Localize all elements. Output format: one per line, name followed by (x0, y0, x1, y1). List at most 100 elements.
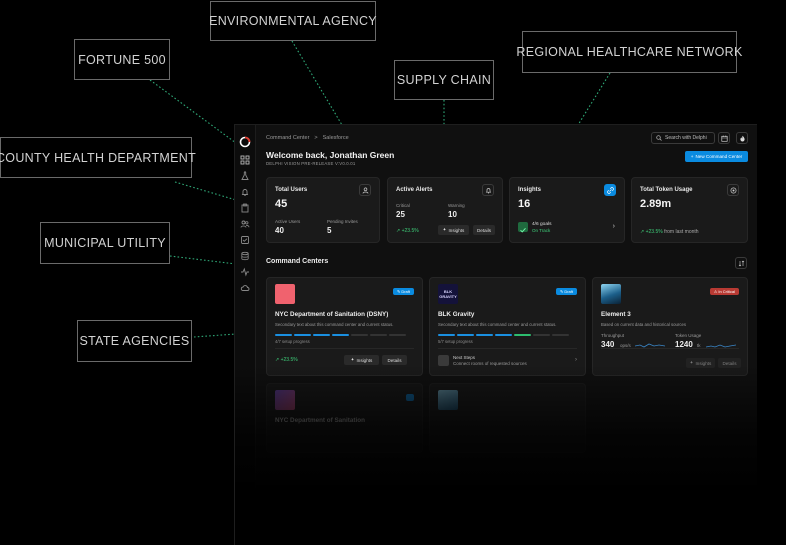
center-description: Secondary text about this command center… (438, 322, 557, 327)
pending-invites-label: Pending Invites (327, 219, 358, 224)
command-center-card[interactable]: BLK GRAVITY ✎ Draft BLK Gravity Secondary… (429, 277, 586, 376)
center-details-button[interactable]: Details (718, 358, 741, 368)
center-change: ↗ +23.5% (275, 357, 298, 363)
badge-label: Draft (564, 289, 573, 294)
kpi-card-total-users: Total Users 45 Active Users 40 Pending I… (266, 177, 380, 243)
command-center-card-faded (429, 383, 586, 453)
search-icon (656, 135, 662, 141)
theme-button[interactable] (736, 132, 748, 144)
badge-label: Draft (401, 289, 410, 294)
search-button[interactable]: Search with Delphi (651, 132, 715, 144)
center-description: Secondary text about this command center… (275, 322, 394, 327)
command-center-card[interactable]: ✎ Draft NYC Department of Sanitation (DSN… (266, 277, 423, 376)
center-logo (438, 390, 458, 410)
kpi-value: 2.89m (640, 198, 672, 210)
section-title: Command Centers (266, 258, 329, 265)
center-change-value: +23.5% (280, 357, 298, 363)
center-insights-label: Insights (695, 360, 712, 366)
callout-municipal-utility: MUNICIPAL UTILITY (40, 222, 170, 264)
chevron-right-icon[interactable]: › (575, 357, 577, 363)
kpi-title: Insights (518, 187, 542, 193)
center-insights-button[interactable]: ✦ Insights (344, 355, 379, 365)
center-logo (601, 284, 621, 304)
center-title: Element 3 (601, 311, 631, 318)
warning-value: 10 (448, 210, 457, 219)
new-command-center-label: New Command Center (695, 154, 743, 159)
callout-state-agencies: STATE AGENCIES (77, 320, 192, 362)
kpi-title: Active Alerts (396, 187, 433, 193)
active-users-value: 40 (275, 226, 284, 235)
callout-regional-healthcare-network: REGIONAL HEALTHCARE NETWORK (516, 31, 742, 73)
center-details-label: Details (387, 357, 402, 363)
draft-badge: ✎ Draft (555, 288, 577, 295)
app-window: Command Center > Salesforce Search with De… (234, 124, 757, 545)
users-icon[interactable] (240, 219, 250, 229)
draft-badge (406, 394, 414, 401)
center-details-label: Details (722, 360, 737, 366)
goals-text: 4/6 goals (532, 222, 552, 227)
draft-badge: ✎ Draft (392, 288, 414, 295)
kpi-title: Total Users (275, 187, 308, 193)
sparkle-icon: ✦ (689, 360, 694, 365)
welcome-heading: Welcome back, Jonathan Green (266, 150, 395, 160)
database-icon[interactable] (240, 251, 250, 261)
center-title: NYC Department of Sanitation (275, 417, 365, 424)
token-icon-box (727, 184, 739, 196)
next-steps-icon (438, 355, 449, 366)
link-icon-box (604, 184, 616, 196)
bell-icon (485, 187, 491, 193)
next-steps-desc: Connect rooms of requested sources (453, 361, 527, 366)
warning-label: Warning (448, 203, 465, 208)
cloud-icon[interactable] (240, 283, 250, 293)
center-title: BLK Gravity (438, 311, 475, 318)
center-insights-button[interactable]: ✦ Insights (686, 358, 715, 368)
alerts-change: ↗ +23.5% (396, 228, 419, 234)
center-logo (275, 284, 295, 304)
divider (438, 348, 577, 349)
link-icon (606, 186, 614, 194)
callout-environmental-agency: ENVIRONMENTAL AGENCY (209, 1, 377, 41)
flask-icon[interactable] (240, 171, 250, 181)
breadcrumb-root[interactable]: Command Center (266, 135, 309, 141)
release-subtitle: DELPHI VISION PRE-RELEASE V:V0.0.01 (266, 161, 356, 166)
setup-progress-bar (438, 334, 569, 336)
kpi-value: 45 (275, 198, 288, 210)
callout-county-health-department: COUNTY HEALTH DEPARTMENT (0, 137, 196, 178)
token-change: ↗ +23.5% from last month (640, 229, 699, 235)
center-title: NYC Department of Sanitation (DSNY) (275, 311, 389, 318)
command-center-card[interactable]: ⚠ In Critical Element 3 Based on current … (592, 277, 748, 376)
sparkle-icon: ✦ (350, 357, 355, 362)
throughput-label: Throughput (601, 333, 625, 338)
checklist-icon[interactable] (240, 235, 250, 245)
kpi-card-token-usage: Total Token Usage 2.89m ↗ +23.5% from la… (631, 177, 748, 243)
sort-button[interactable] (735, 257, 747, 269)
goal-check-icon (518, 222, 528, 233)
next-steps-title: Next Steps (453, 355, 476, 360)
alerts-details-label: Details (476, 227, 492, 233)
critical-label: Critical (396, 203, 410, 208)
breadcrumb-separator: > (314, 135, 318, 141)
alerts-insights-button[interactable]: ✦ Insights (438, 225, 469, 235)
alerts-details-button[interactable]: Details (473, 225, 495, 235)
clipboard-icon[interactable] (240, 203, 250, 213)
divider (275, 348, 414, 349)
center-insights-label: Insights (356, 357, 373, 363)
center-details-button[interactable]: Details (382, 355, 407, 365)
pencil-icon: ✎ (559, 289, 564, 294)
grid-icon[interactable] (240, 155, 250, 165)
pulse-icon[interactable] (240, 267, 250, 277)
divider (601, 348, 739, 349)
bell-icon[interactable] (240, 187, 250, 197)
breadcrumb-current[interactable]: Salesforce (323, 135, 349, 141)
pencil-icon: ✎ (396, 289, 401, 294)
token-usage-label: Token Usage (675, 333, 702, 338)
calendar-button[interactable] (718, 132, 730, 144)
kpi-card-insights: Insights 16 4/6 goals On Track › (509, 177, 625, 243)
sort-icon (738, 260, 744, 266)
callout-supply-chain: SUPPLY CHAIN (394, 60, 494, 100)
chevron-right-icon[interactable]: › (613, 223, 615, 230)
new-command-center-button[interactable]: + New Command Center (685, 151, 748, 162)
center-description: Based on current data and historical sou… (601, 322, 687, 327)
main-content: Command Center > Salesforce Search with De… (255, 125, 757, 545)
setup-progress-bar (275, 334, 406, 336)
